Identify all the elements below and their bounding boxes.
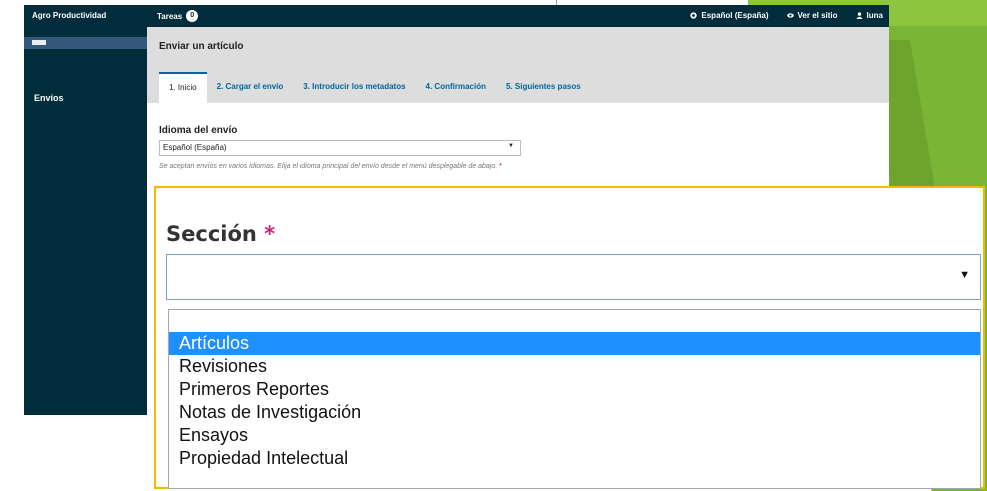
tab-inicio[interactable]: 1. Inicio	[159, 72, 207, 103]
tab-cargar-envio[interactable]: 2. Cargar el envío	[207, 72, 294, 103]
dropdown-option-notas-investigacion[interactable]: Notas de Investigación	[169, 401, 980, 424]
section-select[interactable]: ▼	[166, 254, 981, 300]
section-field-label: Sección *	[166, 222, 275, 246]
chevron-down-icon: ▼	[959, 269, 970, 281]
language-menu[interactable]: Español (España)	[690, 11, 769, 20]
dropdown-option-primeros-reportes[interactable]: Primeros Reportes	[169, 378, 980, 401]
logo-mark	[32, 40, 46, 45]
section-label-text: Sección	[166, 222, 257, 246]
language-help-text: Se aceptan envíos en varios idiomas. Eli…	[159, 160, 519, 174]
sidebar-item-envios[interactable]: Envíos	[34, 93, 64, 103]
language-menu-label: Español (España)	[701, 11, 769, 20]
page-header: Enviar un artículo 1. Inicio 2. Cargar e…	[147, 27, 889, 103]
globe-icon	[690, 12, 698, 19]
language-help-body: Se aceptan envíos en varios idiomas. Eli…	[159, 163, 498, 170]
view-site-link[interactable]: Ver el sitio	[786, 11, 838, 20]
chevron-down-icon: ▼	[508, 143, 514, 149]
section-callout: Sección * ▼ Artículos Revisiones Primero…	[154, 186, 985, 489]
language-select[interactable]: Español (España) ▼	[159, 140, 521, 156]
sidebar-logo[interactable]	[24, 37, 147, 49]
dropdown-option-ensayos[interactable]: Ensayos	[169, 424, 980, 447]
eye-icon	[786, 13, 794, 18]
top-bar-right: Español (España) Ver el sitio luna	[690, 11, 883, 20]
page-title: Enviar un artículo	[159, 41, 244, 52]
user-icon	[855, 12, 863, 19]
dropdown-blank-option[interactable]	[169, 310, 980, 332]
tab-siguientes-pasos[interactable]: 5. Siguientes pasos	[496, 72, 591, 103]
required-mark: *	[264, 222, 276, 246]
journal-name-link[interactable]: Agro Productividad	[32, 11, 106, 20]
section-dropdown-list: Artículos Revisiones Primeros Reportes N…	[168, 309, 981, 489]
tab-confirmacion[interactable]: 4. Confirmación	[416, 72, 496, 103]
language-select-value: Español (España)	[163, 143, 227, 152]
top-bar: Agro Productividad Tareas 0 Español (Esp…	[24, 5, 889, 27]
view-site-label: Ver el sitio	[797, 11, 838, 20]
language-field-label: Idioma del envío	[159, 125, 238, 136]
user-name: luna	[866, 11, 883, 20]
screenshot-stage: Agro Productividad Tareas 0 Español (Esp…	[0, 0, 987, 491]
tasks-link[interactable]: Tareas 0	[157, 10, 199, 22]
dropdown-option-articulos[interactable]: Artículos	[169, 332, 980, 355]
tasks-count-badge: 0	[186, 10, 199, 22]
sidebar: Envíos	[24, 27, 147, 415]
tasks-label: Tareas	[157, 11, 183, 21]
dropdown-option-propiedad-intelectual[interactable]: Propiedad Intelectual	[169, 447, 980, 470]
wizard-tabs: 1. Inicio 2. Cargar el envío 3. Introduc…	[159, 72, 591, 103]
tab-metadatos[interactable]: 3. Introducir los metadatos	[293, 72, 415, 103]
user-menu[interactable]: luna	[855, 11, 883, 20]
dropdown-option-revisiones[interactable]: Revisiones	[169, 355, 980, 378]
required-mark: *	[499, 163, 502, 170]
